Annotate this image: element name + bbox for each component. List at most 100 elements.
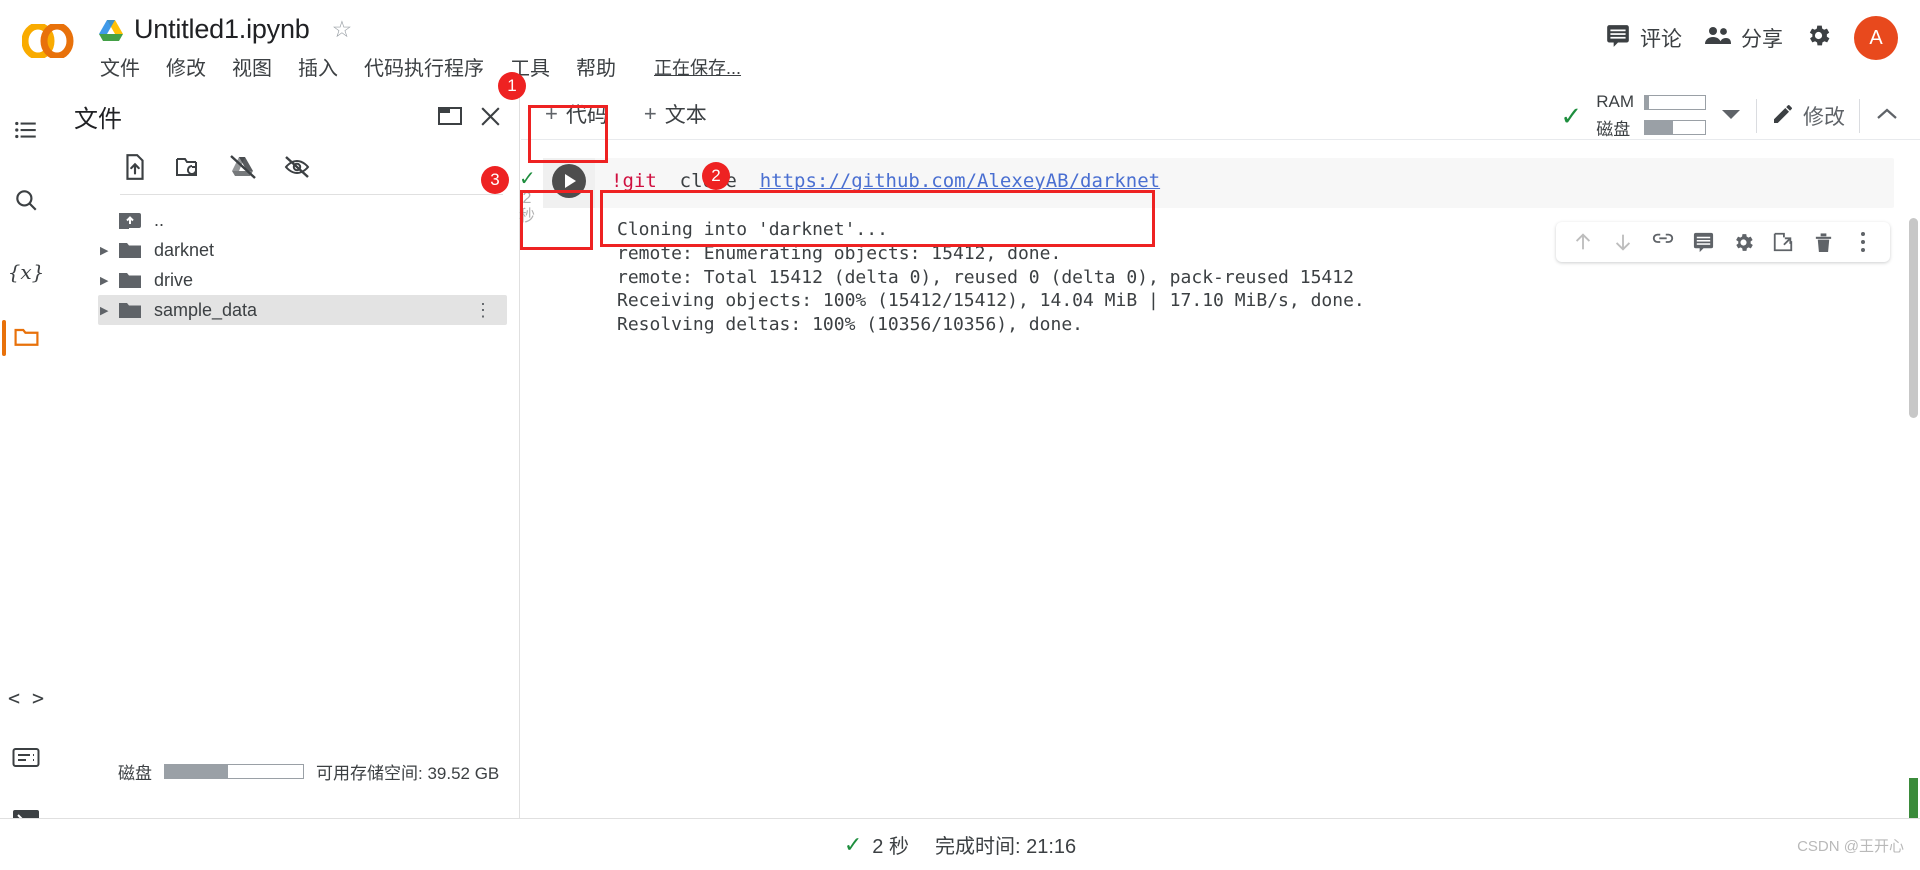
comment-label: 评论 bbox=[1640, 28, 1682, 51]
chevron-down-icon[interactable] bbox=[1720, 106, 1742, 127]
move-cell-up-icon[interactable] bbox=[1568, 227, 1598, 257]
add-cell-toolbar: + 代码 + 文本 ✓ RAM 磁盘 修改 bbox=[521, 88, 1920, 140]
menu-item-edit[interactable]: 修改 bbox=[166, 52, 206, 81]
settings-button[interactable] bbox=[1805, 22, 1832, 54]
sidebar-item-search[interactable] bbox=[0, 180, 52, 224]
code-editor[interactable]: !git clone https://github.com/AlexeyAB/d… bbox=[595, 158, 1894, 208]
mount-drive-off-icon[interactable] bbox=[226, 150, 260, 184]
menu-item-help[interactable]: 帮助 bbox=[576, 52, 616, 81]
list-item-label: sample_data bbox=[154, 299, 258, 320]
sidebar-item-command-palette[interactable] bbox=[0, 738, 52, 782]
comment-icon[interactable] bbox=[1688, 227, 1718, 257]
annotation-num-2: 2 bbox=[702, 162, 730, 190]
code-line: !git clone https://github.com/AlexeyAB/d… bbox=[611, 170, 1880, 192]
code-url-token[interactable]: https://github.com/AlexeyAB/darknet bbox=[760, 170, 1160, 192]
search-icon bbox=[13, 187, 39, 218]
app-header: Untitled1.ipynb ☆ 文件 修改 视图 插入 代码执行程序 工具 … bbox=[0, 0, 1920, 88]
disk-free-text: 可用存储空间: 39.52 GB bbox=[316, 764, 500, 783]
menu-item-file[interactable]: 文件 bbox=[100, 52, 140, 81]
ram-meter bbox=[1644, 94, 1706, 110]
sidebar-item-files[interactable] bbox=[0, 316, 52, 360]
status-finish-time: 完成时间: 21:16 bbox=[934, 836, 1077, 858]
list-item[interactable]: ▶ darknet bbox=[52, 235, 519, 265]
chevron-right-icon[interactable]: ▶ bbox=[100, 274, 118, 287]
more-options-icon[interactable]: ⋮ bbox=[474, 300, 493, 321]
colab-logo[interactable] bbox=[21, 22, 76, 60]
list-item[interactable]: ▶ sample_data ⋮ bbox=[98, 295, 507, 325]
menu-item-view[interactable]: 视图 bbox=[232, 52, 272, 81]
close-icon[interactable] bbox=[473, 99, 507, 133]
command-palette-icon bbox=[12, 747, 40, 773]
notebook-scrollbar[interactable] bbox=[1909, 218, 1918, 418]
sidebar-item-snippets[interactable]: < > bbox=[0, 676, 52, 720]
share-button[interactable]: 分享 bbox=[1704, 23, 1783, 53]
list-item-label: darknet bbox=[154, 239, 215, 260]
add-text-cell-button[interactable]: + 文本 bbox=[636, 94, 715, 134]
edit-label: 修改 bbox=[1803, 106, 1845, 129]
notebook-area: + 代码 + 文本 ✓ RAM 磁盘 修改 ✓ 2 秒 !git https:/… bbox=[519, 88, 1920, 848]
divider bbox=[1756, 99, 1757, 133]
comment-icon bbox=[1605, 23, 1631, 54]
document-title-row: Untitled1.ipynb ☆ bbox=[98, 14, 352, 45]
chevron-right-icon[interactable]: ▶ bbox=[100, 244, 118, 257]
cell-settings-icon[interactable] bbox=[1728, 227, 1758, 257]
cell-status-check-icon: ✓ bbox=[519, 168, 536, 190]
file-tree: .. ▶ darknet ▶ drive ▶ sample_data ⋮ bbox=[52, 195, 519, 325]
run-cell-gutter[interactable]: ✓ 2秒 bbox=[519, 158, 595, 225]
list-item[interactable]: .. bbox=[52, 205, 519, 235]
files-panel-header: 文件 bbox=[52, 88, 519, 144]
toc-icon bbox=[13, 117, 39, 148]
parent-folder-icon bbox=[118, 210, 144, 230]
delete-cell-icon[interactable] bbox=[1808, 227, 1838, 257]
code-cell[interactable]: ✓ 2秒 !git clone https://github.com/Alexe… bbox=[519, 158, 1894, 225]
link-icon[interactable] bbox=[1648, 227, 1678, 257]
move-cell-down-icon[interactable] bbox=[1608, 227, 1638, 257]
saving-status[interactable]: 正在保存... bbox=[654, 54, 741, 80]
run-play-icon[interactable] bbox=[552, 164, 586, 198]
add-code-cell-button[interactable]: + 代码 bbox=[537, 94, 616, 134]
plus-icon: + bbox=[545, 100, 558, 126]
list-item[interactable]: ▶ drive bbox=[52, 265, 519, 295]
divider bbox=[1859, 99, 1860, 133]
star-outline-icon[interactable]: ☆ bbox=[332, 16, 353, 43]
runtime-status-area: ✓ RAM 磁盘 修改 bbox=[1560, 92, 1900, 140]
comment-button[interactable]: 评论 bbox=[1605, 23, 1682, 54]
cell-exec-time: 2秒 bbox=[518, 190, 535, 226]
hide-hidden-files-icon[interactable] bbox=[280, 150, 314, 184]
code-snippets-icon: < > bbox=[7, 686, 45, 710]
annotation-num-3: 3 bbox=[481, 166, 509, 194]
edit-button[interactable]: 修改 bbox=[1771, 101, 1845, 131]
avatar[interactable]: A bbox=[1854, 16, 1898, 60]
folder-icon bbox=[118, 270, 144, 290]
check-icon: ✓ bbox=[1560, 100, 1583, 131]
chevron-right-icon[interactable]: ▶ bbox=[100, 304, 118, 317]
files-panel: 文件 .. ▶ darknet ▶ drive ▶ sample_data ⋮ … bbox=[52, 88, 520, 818]
output-line: Receiving objects: 100% (15412/15412), 1… bbox=[617, 290, 1365, 312]
add-text-cell-label: 文本 bbox=[664, 103, 707, 127]
people-icon bbox=[1704, 24, 1732, 53]
folder-icon bbox=[118, 240, 144, 260]
ram-label: RAM bbox=[1596, 92, 1634, 111]
upload-file-icon[interactable] bbox=[118, 150, 152, 184]
left-icon-rail: {x} < > bbox=[0, 88, 52, 830]
sidebar-item-variables[interactable]: {x} bbox=[0, 250, 52, 294]
files-toolbar bbox=[52, 144, 519, 194]
more-options-icon[interactable] bbox=[1848, 227, 1878, 257]
add-code-cell-label: 代码 bbox=[565, 103, 608, 127]
sidebar-item-toc[interactable] bbox=[0, 110, 52, 154]
page-title[interactable]: Untitled1.ipynb bbox=[134, 14, 310, 45]
open-in-tab-icon[interactable] bbox=[1768, 227, 1798, 257]
resource-meters[interactable]: RAM 磁盘 bbox=[1596, 92, 1706, 140]
google-drive-icon bbox=[98, 18, 124, 42]
status-duration: ✓ 2 秒 bbox=[844, 830, 909, 859]
open-new-window-icon[interactable] bbox=[433, 99, 467, 133]
chevron-up-icon[interactable] bbox=[1874, 105, 1900, 128]
output-line: Resolving deltas: 100% (10356/10356), do… bbox=[617, 314, 1083, 335]
output-line: remote: Total 15412 (delta 0), reused 0 … bbox=[617, 266, 1354, 288]
menu-item-runtime[interactable]: 代码执行程序 bbox=[364, 52, 484, 81]
disk-usage-row: 磁盘 可用存储空间: 39.52 GB bbox=[52, 759, 520, 784]
menu-item-insert[interactable]: 插入 bbox=[298, 52, 338, 81]
refresh-folder-icon[interactable] bbox=[172, 150, 206, 184]
check-icon: ✓ bbox=[843, 831, 863, 857]
menu-bar: 文件 修改 视图 插入 代码执行程序 工具 帮助 正在保存... bbox=[100, 52, 741, 81]
